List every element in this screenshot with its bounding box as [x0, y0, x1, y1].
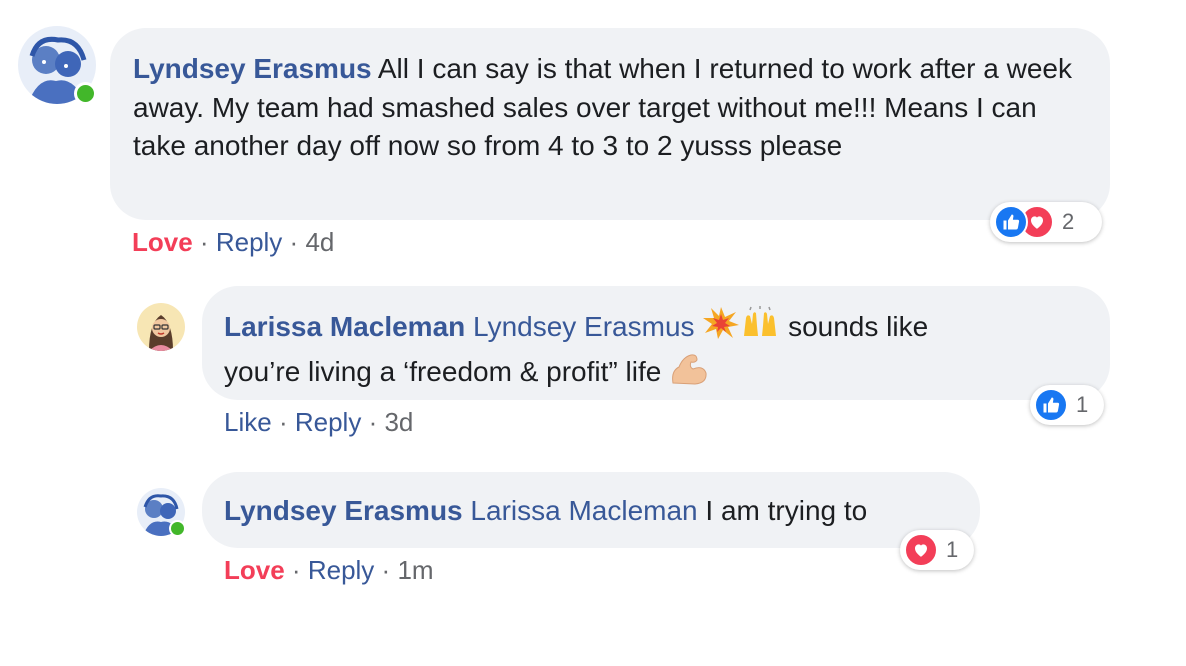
comment-actions: Love · Reply · 1m [224, 555, 434, 585]
comment-author[interactable]: Larissa Macleman [224, 311, 465, 342]
reply-button[interactable]: Reply [308, 555, 374, 585]
comment-timestamp[interactable]: 1m [397, 555, 433, 585]
like-icon [1034, 388, 1068, 422]
avatar-image [137, 303, 185, 351]
mention-link[interactable]: Larissa Macleman [470, 495, 697, 526]
online-status-dot [169, 520, 186, 537]
raising-hands-emoji [740, 306, 780, 351]
reaction-count: 2 [1062, 209, 1075, 234]
separator: · [199, 227, 209, 257]
collision-emoji [702, 306, 740, 351]
comment-author[interactable]: Lyndsey Erasmus [224, 495, 463, 526]
reply-button[interactable]: Reply [216, 227, 282, 257]
reaction-summary[interactable]: 2 [990, 202, 1102, 242]
avatar-lyndsey[interactable] [18, 26, 97, 105]
like-icon [994, 205, 1028, 239]
comment-bubble: Lyndsey Erasmus All I can say is that wh… [110, 28, 1110, 220]
comment-actions: Like · Reply · 3d [224, 407, 413, 437]
like-action-button[interactable]: Like [224, 407, 272, 437]
comment-timestamp[interactable]: 4d [305, 227, 334, 257]
avatar-larissa[interactable] [137, 303, 185, 351]
comment-text: I am trying to [705, 495, 868, 526]
mention-link[interactable]: Lyndsey Erasmus [473, 311, 695, 342]
comment-author[interactable]: Lyndsey Erasmus [133, 53, 372, 84]
love-icon [904, 533, 938, 567]
separator: · [291, 555, 301, 585]
comment-actions: Love · Reply · 4d [132, 227, 334, 257]
comment-bubble: Larissa Macleman Lyndsey Erasmus sounds … [202, 286, 1110, 400]
separator: · [278, 407, 288, 437]
online-status-dot [74, 82, 97, 105]
reaction-summary[interactable]: 1 [1030, 385, 1104, 425]
reply-button[interactable]: Reply [295, 407, 361, 437]
comment-text-line2: you’re living a ‘freedom & profit” life [224, 355, 662, 387]
love-action-button[interactable]: Love [132, 227, 193, 257]
reaction-count: 1 [946, 537, 959, 562]
flexed-biceps-emoji [669, 351, 709, 396]
separator: · [289, 227, 299, 257]
reaction-count: 1 [1076, 392, 1089, 417]
separator: · [368, 407, 378, 437]
reaction-summary[interactable]: 1 [900, 530, 974, 570]
comment-timestamp[interactable]: 3d [384, 407, 413, 437]
comment-text-line1: sounds like [788, 311, 929, 342]
love-action-button[interactable]: Love [224, 555, 285, 585]
separator: · [381, 555, 391, 585]
avatar-lyndsey[interactable] [137, 488, 186, 537]
comment-bubble: Lyndsey Erasmus Larissa Macleman I am tr… [202, 472, 980, 548]
